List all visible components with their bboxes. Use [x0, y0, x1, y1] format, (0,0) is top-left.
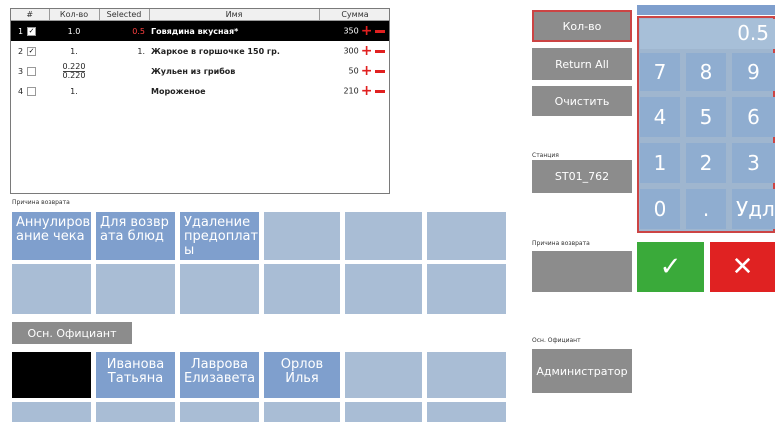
key-delete[interactable]: Удл [732, 189, 775, 229]
row-qty: 1. [70, 86, 78, 96]
key-3[interactable]: 3 [732, 143, 775, 183]
row-name: Жаркое в горшочке 150 гр. [151, 46, 280, 56]
row-name: Жульен из грибов [151, 66, 236, 76]
col-header-name[interactable]: Имя [149, 9, 320, 21]
waiter-tile-empty[interactable] [345, 402, 422, 422]
row-sum: 210 [343, 86, 359, 96]
reason-tile-empty[interactable] [264, 264, 340, 314]
order-table: # Кол-во Selected Имя Сумма 1 ✓ 1.0 0.5 Г… [10, 8, 390, 194]
confirm-icon[interactable]: ✓ [637, 242, 704, 292]
plus-icon[interactable]: + [361, 63, 373, 79]
waiter-selector[interactable]: Администратор [532, 349, 632, 393]
reason-tile-empty[interactable] [345, 264, 422, 314]
key-1[interactable]: 1 [640, 143, 680, 183]
row-selected-qty [99, 61, 149, 81]
minus-icon[interactable] [375, 29, 385, 33]
row-qty: 1.0 [49, 20, 99, 41]
minus-icon[interactable] [375, 89, 385, 93]
key-7[interactable]: 7 [640, 53, 680, 91]
return-reason-selector[interactable] [532, 251, 632, 292]
row-qty-fraction: 0.220 0.220 [62, 61, 86, 80]
col-header-sum[interactable]: Сумма [319, 9, 389, 21]
row-selected-qty: 1. [137, 46, 145, 56]
plus-icon[interactable]: + [361, 23, 373, 39]
row-sum: 300 [343, 46, 359, 56]
waiter-tile-empty[interactable] [427, 402, 506, 422]
col-header-num[interactable]: # [11, 9, 50, 21]
qty-button[interactable]: Кол-во [532, 10, 632, 42]
reason-tile-prepayment-removal[interactable]: Удаление предоплат ы [180, 212, 259, 260]
waiter-tile-empty[interactable] [12, 402, 91, 422]
waiter-tile-empty[interactable] [427, 352, 506, 398]
table-row[interactable]: 4 1. Мороженое 210 + [11, 81, 389, 101]
row-checkbox[interactable]: ✓ [27, 46, 37, 56]
row-selected-qty: 0.5 [99, 20, 149, 41]
row-qty-den: 0.220 [62, 70, 86, 80]
waiter-tile-empty[interactable] [264, 402, 340, 422]
plus-icon[interactable]: + [361, 83, 373, 99]
col-header-selected[interactable]: Selected [99, 9, 150, 21]
key-9[interactable]: 9 [732, 53, 775, 91]
row-qty: 1. [70, 46, 78, 56]
key-6[interactable]: 6 [732, 97, 775, 137]
key-4[interactable]: 4 [640, 97, 680, 137]
waiter-tile-orlov[interactable]: Орлов Илья [264, 352, 340, 398]
table-row[interactable]: 1 ✓ 1.0 0.5 Говядина вкусная* 350 + [11, 20, 389, 41]
row-checkbox[interactable] [27, 86, 37, 96]
row-num: 4 [18, 86, 24, 96]
return-reason-label: Причина возврата [12, 199, 70, 206]
clear-button[interactable]: Очистить [532, 86, 632, 116]
order-table-grid: # Кол-во Selected Имя Сумма 1 ✓ 1.0 0.5 Г… [11, 9, 389, 101]
row-name: Мороженое [151, 86, 206, 96]
plus-icon[interactable]: + [361, 43, 373, 59]
reason-tile-empty[interactable] [427, 212, 506, 260]
row-qty-num: 0.220 [62, 61, 86, 71]
cancel-icon[interactable]: ✕ [710, 242, 775, 292]
waiter-tile-empty[interactable] [96, 402, 175, 422]
main-waiter-button[interactable]: Осн. Официант [12, 322, 132, 344]
col-header-qty[interactable]: Кол-во [49, 9, 100, 21]
key-5[interactable]: 5 [686, 97, 726, 137]
minus-icon[interactable] [375, 49, 385, 53]
waiter-tile-empty[interactable] [180, 402, 259, 422]
reason-tile-dish-return[interactable]: Для возвр ата блюд [96, 212, 175, 260]
key-8[interactable]: 8 [686, 53, 726, 91]
row-checkbox[interactable] [27, 66, 37, 76]
row-selected-qty [99, 81, 149, 101]
side-waiter-label: Осн. Официант [532, 337, 581, 344]
key-dot[interactable]: . [686, 189, 726, 229]
waiter-tile-lavrova[interactable]: Лаврова Елизавета [180, 352, 259, 398]
row-sum: 350 [343, 26, 359, 36]
table-row[interactable]: 2 ✓ 1. 1. Жаркое в горшочке 150 гр. 300 + [11, 41, 389, 61]
reason-tile-empty[interactable] [264, 212, 340, 260]
key-2[interactable]: 2 [686, 143, 726, 183]
keypad-display: 0.5 [640, 19, 775, 49]
keypad-top-bar [637, 5, 775, 15]
row-num: 1 [18, 26, 24, 36]
reason-tile-empty[interactable] [12, 264, 91, 314]
station-button[interactable]: ST01_762 [532, 160, 632, 193]
reason-tile-empty[interactable] [96, 264, 175, 314]
minus-icon[interactable] [375, 69, 385, 73]
table-header-row: # Кол-во Selected Имя Сумма [11, 9, 389, 21]
reason-tile-cancel-check[interactable]: Аннулиров ание чека [12, 212, 91, 260]
reason-tile-empty[interactable] [345, 212, 422, 260]
reason-tile-empty[interactable] [427, 264, 506, 314]
table-row[interactable]: 3 0.220 0.220 Жульен из грибов 50 + [11, 61, 389, 81]
waiter-tile-selected[interactable] [12, 352, 91, 398]
key-0[interactable]: 0 [640, 189, 680, 229]
row-name: Говядина вкусная* [149, 20, 319, 41]
return-all-button[interactable]: Return All [532, 48, 632, 80]
row-checkbox[interactable]: ✓ [27, 26, 37, 36]
row-num: 2 [18, 46, 24, 56]
row-sum: 50 [348, 66, 359, 76]
station-label: Станция [532, 152, 559, 159]
reason-tile-empty[interactable] [180, 264, 259, 314]
side-return-reason-label: Причина возврата [532, 240, 590, 247]
waiter-tile-empty[interactable] [345, 352, 422, 398]
row-num: 3 [18, 66, 24, 76]
waiter-tile-ivanova[interactable]: Иванова Татьяна [96, 352, 175, 398]
